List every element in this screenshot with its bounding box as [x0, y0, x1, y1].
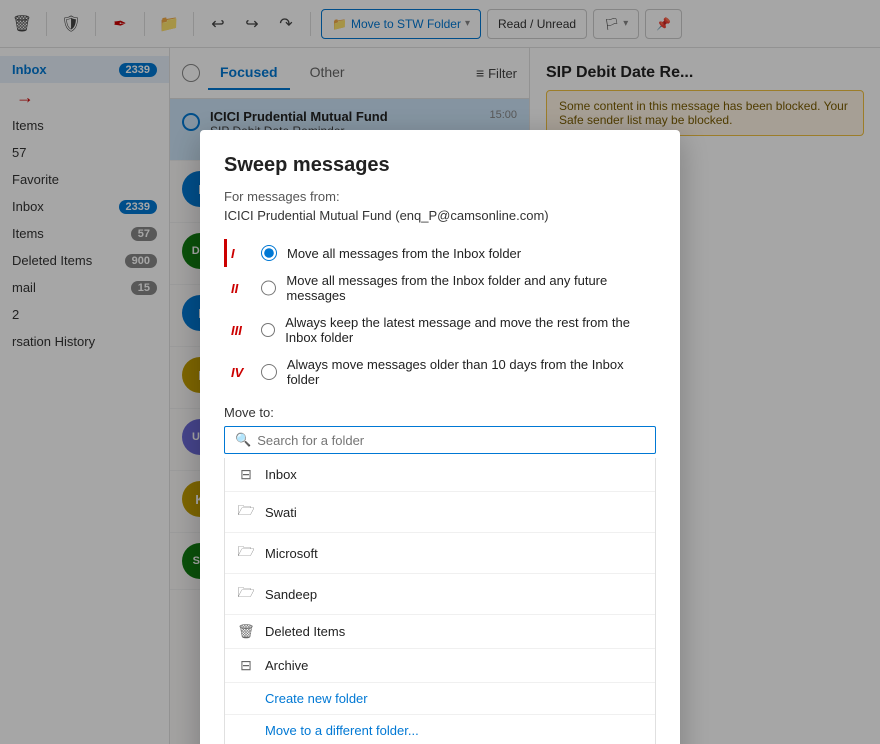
- roman-0: I: [231, 246, 251, 261]
- folder-search-input[interactable]: [257, 433, 645, 448]
- archive-icon: ⊟: [237, 657, 255, 674]
- folder-microsoft-label: Microsoft: [265, 546, 318, 561]
- folder-archive-label: Archive: [265, 658, 308, 673]
- radio-label-0: Move all messages from the Inbox folder: [287, 246, 521, 261]
- folder-deleted-items[interactable]: 🗑 Deleted Items: [225, 615, 655, 649]
- radio-label-2: Always keep the latest message and move …: [285, 315, 656, 345]
- radio-option-2[interactable]: III Always keep the latest message and m…: [224, 309, 656, 351]
- radio-input-3[interactable]: [261, 364, 277, 380]
- folder-inbox[interactable]: ⊟ Inbox: [225, 458, 655, 492]
- inbox-icon: ⊟: [237, 466, 255, 483]
- folder-list: ⊟ Inbox 🗁 Swati 🗁 Microsoft 🗁 Sandeep 🗑 …: [224, 458, 656, 744]
- folder-swati[interactable]: 🗁 Swati: [225, 492, 655, 533]
- radio-input-2[interactable]: [261, 322, 275, 338]
- radio-option-0[interactable]: I Move all messages from the Inbox folde…: [224, 239, 656, 267]
- radio-label-3: Always move messages older than 10 days …: [287, 357, 656, 387]
- move-to-label: Move to:: [224, 405, 656, 420]
- folder-icon-sandeep: 🗁: [237, 582, 255, 606]
- roman-1: II: [231, 281, 251, 296]
- radio-input-0[interactable]: [261, 245, 277, 261]
- folder-sandeep-label: Sandeep: [265, 587, 317, 602]
- move-different-folder-button[interactable]: Move to a different folder...: [225, 715, 655, 744]
- folder-microsoft[interactable]: 🗁 Microsoft: [225, 533, 655, 574]
- create-new-folder-button[interactable]: Create new folder: [225, 683, 655, 715]
- search-icon: 🔍: [235, 432, 251, 448]
- sweep-dialog: Sweep messages For messages from: ICICI …: [200, 130, 680, 744]
- roman-3: IV: [231, 365, 251, 380]
- modal-overlay[interactable]: Sweep messages For messages from: ICICI …: [0, 0, 880, 744]
- dialog-for-label: For messages from:: [224, 189, 656, 204]
- roman-2: III: [231, 323, 251, 338]
- trash-icon: 🗑: [237, 623, 255, 640]
- dialog-title: Sweep messages: [224, 154, 656, 177]
- folder-icon-swati: 🗁: [237, 500, 255, 524]
- radio-option-1[interactable]: II Move all messages from the Inbox fold…: [224, 267, 656, 309]
- radio-input-1[interactable]: [261, 280, 276, 296]
- folder-deleted-label: Deleted Items: [265, 624, 345, 639]
- folder-archive[interactable]: ⊟ Archive: [225, 649, 655, 683]
- dialog-from-email: ICICI Prudential Mutual Fund (enq_P@cams…: [224, 208, 656, 223]
- folder-swati-label: Swati: [265, 505, 297, 520]
- folder-icon-microsoft: 🗁: [237, 541, 255, 565]
- folder-inbox-label: Inbox: [265, 467, 297, 482]
- radio-label-1: Move all messages from the Inbox folder …: [286, 273, 656, 303]
- move-different-label: Move to a different folder...: [265, 723, 419, 738]
- radio-option-3[interactable]: IV Always move messages older than 10 da…: [224, 351, 656, 393]
- folder-search-container: 🔍: [224, 426, 656, 454]
- folder-sandeep[interactable]: 🗁 Sandeep: [225, 574, 655, 615]
- create-folder-label: Create new folder: [265, 691, 368, 706]
